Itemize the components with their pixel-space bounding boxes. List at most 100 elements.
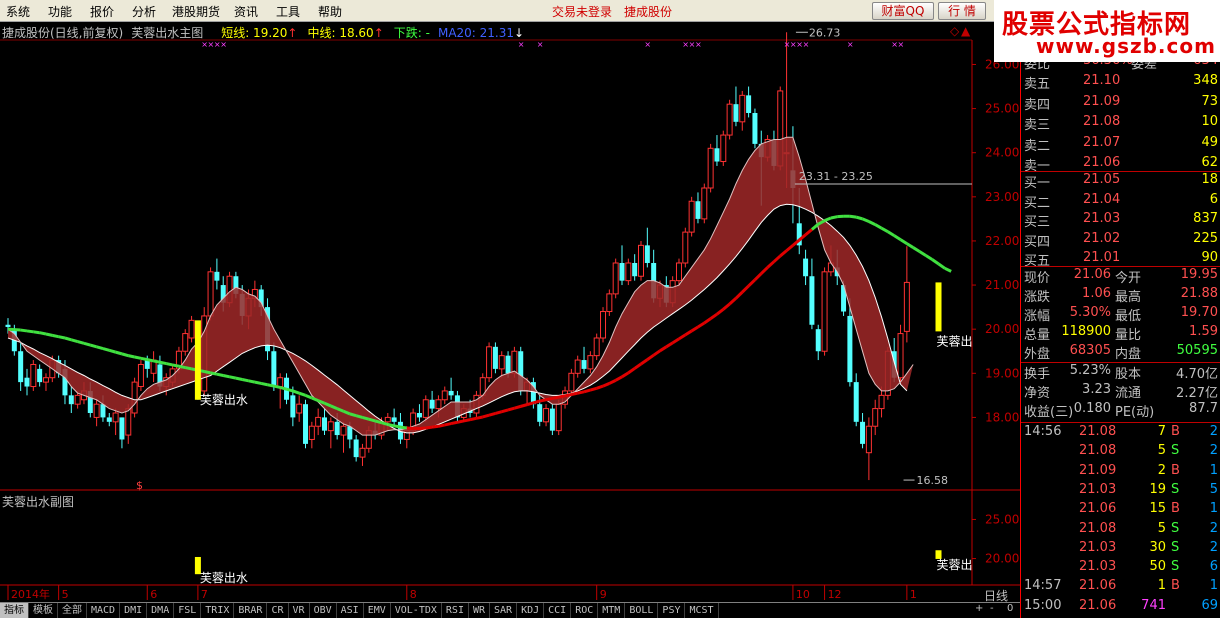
zoom-out-button[interactable]: - [990, 603, 994, 614]
indicator-tabs: 指标 模板 全部 MACD DMI DMA FSL TRIX BRAR CR VR OBV ASI EMV… [0, 603, 719, 618]
panel-divider [1021, 422, 1220, 423]
indicator-tab[interactable]: RSI [442, 603, 469, 618]
candle-body [207, 271, 214, 317]
tick-count: 2 [1209, 424, 1218, 439]
stat-value: 19.70 [1180, 305, 1218, 320]
indicator-tab[interactable]: VR [289, 603, 310, 618]
ma20-segment [298, 391, 307, 397]
ma20-segment [753, 272, 763, 281]
indicator-tab[interactable]: TRIX [201, 603, 235, 618]
ma20-segment [362, 415, 370, 421]
ma20-segment [260, 381, 268, 387]
price-chart[interactable]: 18.00 19.00 20.00 21.00 22.00 23.00 24.00 25.00… [0, 0, 1020, 602]
candle-body [486, 346, 493, 379]
ribbon-fill [8, 137, 914, 436]
tick-count: 6 [1209, 559, 1218, 575]
tick-time: 14:56 [1024, 424, 1062, 439]
price-tick-label: 20.00 [985, 322, 1019, 336]
ma20-segment [165, 362, 173, 367]
indicator-tab[interactable]: PSY [658, 603, 686, 618]
ma20-segment [476, 415, 484, 420]
ma20-segment [368, 417, 376, 423]
indicator-tab[interactable]: 全部 [58, 603, 87, 618]
ma20-segment [507, 406, 515, 412]
indicator-tab[interactable]: VOL-TDX [391, 603, 442, 618]
indicator-tab[interactable]: BOLL [625, 603, 659, 618]
tick-direction: S [1171, 520, 1180, 536]
indicator-tab[interactable]: 指标 [0, 603, 29, 618]
tick-row: 15:00 21.06 741 69 [1021, 598, 1220, 617]
indicator-tab[interactable]: 模板 [29, 603, 58, 618]
indicator-tab[interactable]: CCI [544, 603, 572, 618]
candle-body [315, 416, 322, 427]
indicator-tab[interactable]: WR [469, 603, 491, 618]
ma20-segment [830, 215, 838, 220]
candle-body [695, 201, 701, 219]
ma20-segment [83, 341, 91, 347]
ma20-segment [722, 302, 731, 311]
ma20-segment [608, 379, 617, 385]
ma20-segment [760, 266, 769, 275]
x-tick-label: 12 [828, 588, 842, 601]
signal-marker: × [898, 40, 905, 49]
ma20-segment [444, 422, 452, 427]
candle-body [555, 403, 562, 432]
x-tick-label: 5 [62, 588, 69, 601]
ma20-segment [703, 317, 712, 325]
candle-body [803, 258, 809, 277]
candle-body [340, 425, 347, 436]
diamond-icon: ◇ [950, 24, 960, 38]
ma20-segment [64, 336, 72, 342]
ma20-segment [292, 389, 300, 395]
ma20-segment [697, 321, 706, 329]
ma20-segment [96, 345, 104, 351]
fundamental-label: 流通 [1115, 386, 1142, 401]
candle-body [359, 447, 366, 458]
tick-direction: S [1171, 481, 1180, 497]
ma20-segment [709, 312, 718, 320]
ask-volume: 10 [1201, 114, 1218, 129]
zoom-in-button[interactable]: + [975, 603, 983, 614]
candle-body [182, 333, 189, 352]
indicator-tab[interactable]: DMI [120, 603, 148, 618]
indicator-tab[interactable]: MCST [685, 603, 719, 618]
ask-price: 21.06 [1083, 155, 1121, 170]
fundamental-label: 净资 [1024, 386, 1051, 401]
tick-count: 69 [1201, 597, 1218, 613]
indicator-tab[interactable]: BRAR [234, 603, 268, 618]
indicator-tab[interactable]: OBV [310, 603, 337, 618]
indicator-tab[interactable]: EMV [364, 603, 391, 618]
tick-volume: 19 [1149, 481, 1166, 497]
indicator-tab[interactable]: MTM [598, 603, 626, 618]
candle-body [612, 262, 619, 295]
price-tick-label: 18.00 [985, 410, 1019, 424]
tick-volume: 30 [1149, 539, 1166, 555]
indicator-tab[interactable]: ROC [571, 603, 599, 618]
ma20-segment [734, 291, 744, 300]
indicator-tab[interactable]: DMA [147, 603, 175, 618]
candle-body [720, 134, 727, 163]
ma20-segment [146, 358, 154, 363]
indicator-tab[interactable]: SAR [490, 603, 518, 618]
stat-value: 1.06 [1082, 286, 1111, 301]
ma20-segment [633, 362, 642, 370]
ma20-segment [349, 412, 357, 418]
ma20-segment [602, 382, 610, 388]
indicator-tab[interactable]: MACD [87, 603, 121, 618]
indicator-tab[interactable]: ASI [337, 603, 364, 618]
ma20-segment [235, 376, 243, 381]
indicator-tab[interactable]: FSL [174, 603, 202, 618]
ask-price: 21.07 [1083, 134, 1121, 150]
x-tick-label: 9 [600, 588, 607, 601]
fundamental-value: 0.180 [1073, 401, 1111, 416]
price-tick-label: 24.00 [985, 146, 1019, 160]
fundamental-value: 5.23% [1069, 363, 1111, 378]
period-label[interactable]: 日线 [984, 587, 1008, 604]
reset-button[interactable]: 0 [1007, 603, 1013, 614]
ma20-segment [646, 353, 655, 361]
indicator-tab[interactable]: KDJ [517, 603, 545, 618]
indicator-tab[interactable]: CR [267, 603, 289, 618]
ma20-segment [772, 254, 782, 263]
ma20-segment [121, 352, 129, 358]
bid-volume: 837 [1193, 211, 1218, 226]
